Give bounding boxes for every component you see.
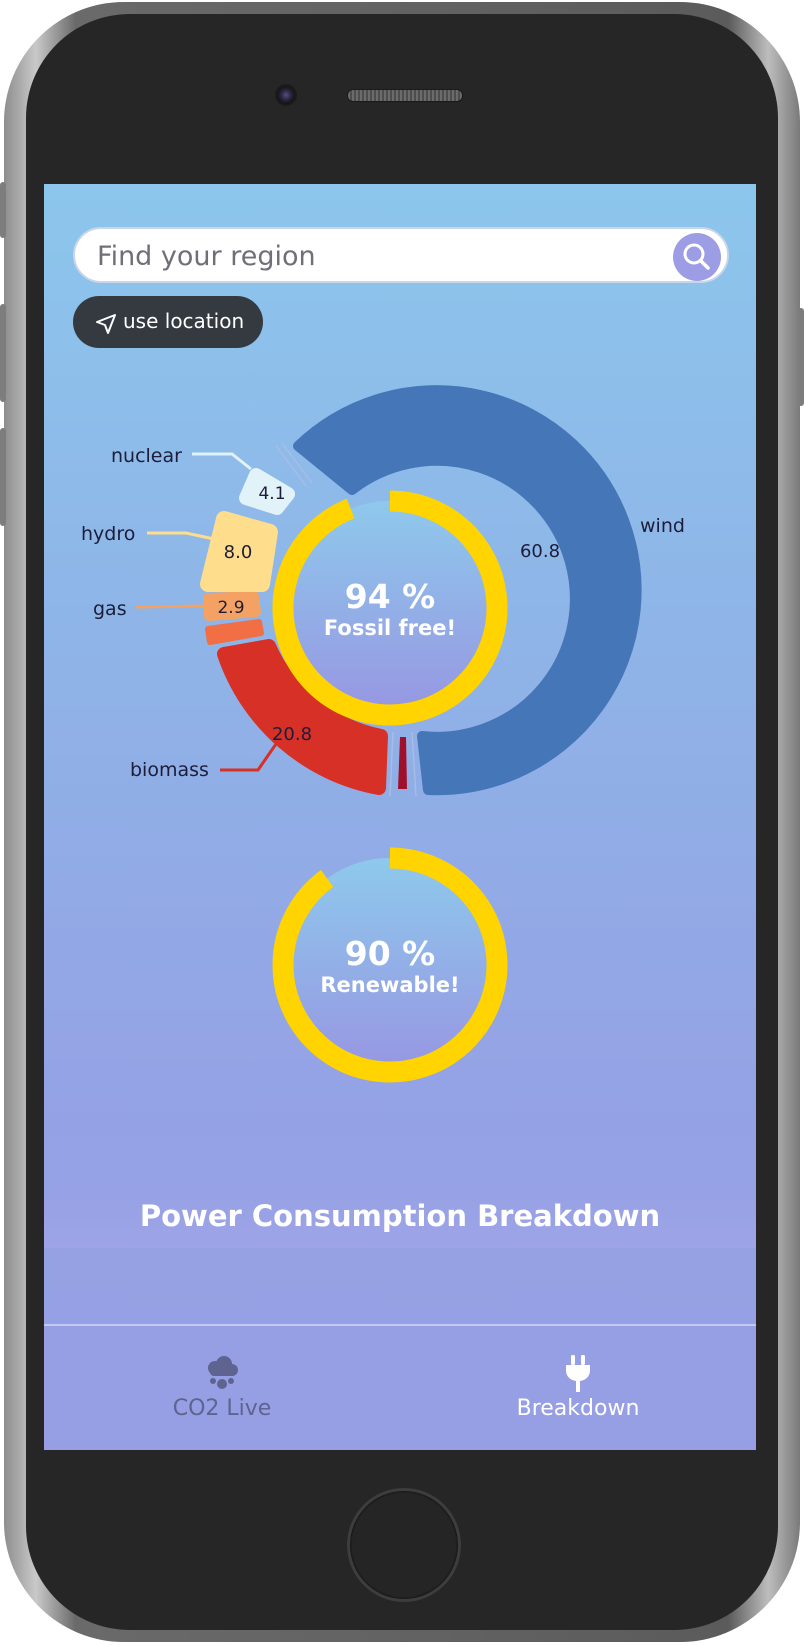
- app-screen: use location 94 % Fossil free!: [44, 184, 756, 1450]
- value-gas: 2.9: [217, 598, 244, 618]
- label-nuclear: nuclear: [111, 445, 182, 467]
- side-button-mute: [0, 182, 6, 238]
- fossil-free-caption: Fossil free!: [324, 616, 456, 640]
- renewable-caption: Renewable!: [320, 973, 459, 997]
- leader-line-biomass: [220, 743, 278, 772]
- chart-separator: [389, 731, 394, 797]
- label-wind: wind: [640, 515, 685, 537]
- front-camera: [275, 84, 297, 106]
- cloud-icon: [208, 1356, 238, 1389]
- chart-sector-other: [398, 737, 407, 789]
- leader-line-nuclear: [192, 452, 252, 471]
- nav-label-breakdown: Breakdown: [516, 1396, 640, 1421]
- side-button-volume-down: [0, 428, 6, 526]
- chart-sector-other-fossil: [205, 619, 264, 645]
- breakdown-chart: 94 % Fossil free! wind nuclear hydro gas…: [81, 385, 685, 1083]
- chart-separator: [411, 731, 417, 797]
- nav-item-co2-live[interactable]: CO2 Live: [44, 1326, 400, 1450]
- leader-line-hydro: [147, 531, 215, 541]
- renewable-percent: 90 %: [345, 934, 435, 973]
- bottom-nav: CO2 Live Breakdown: [44, 1324, 756, 1450]
- home-button[interactable]: [347, 1488, 461, 1602]
- plug-icon: [566, 1355, 590, 1392]
- value-wind: 60.8: [520, 541, 560, 562]
- value-nuclear: 4.1: [258, 484, 285, 504]
- side-button-volume-up: [0, 304, 6, 402]
- page-title: Power Consumption Breakdown: [44, 1184, 756, 1248]
- label-gas: gas: [93, 598, 127, 620]
- earpiece-speaker: [347, 89, 463, 102]
- label-biomass: biomass: [130, 759, 209, 781]
- value-biomass: 20.8: [272, 724, 312, 745]
- nav-item-breakdown[interactable]: Breakdown: [400, 1326, 756, 1450]
- nav-label-co2-live: CO2 Live: [172, 1396, 272, 1421]
- fossil-free-percent: 94 %: [345, 577, 435, 616]
- value-hydro: 8.0: [224, 542, 253, 563]
- leader-line-gas: [135, 604, 205, 609]
- side-button-power: [798, 308, 804, 406]
- label-hydro: hydro: [81, 523, 135, 545]
